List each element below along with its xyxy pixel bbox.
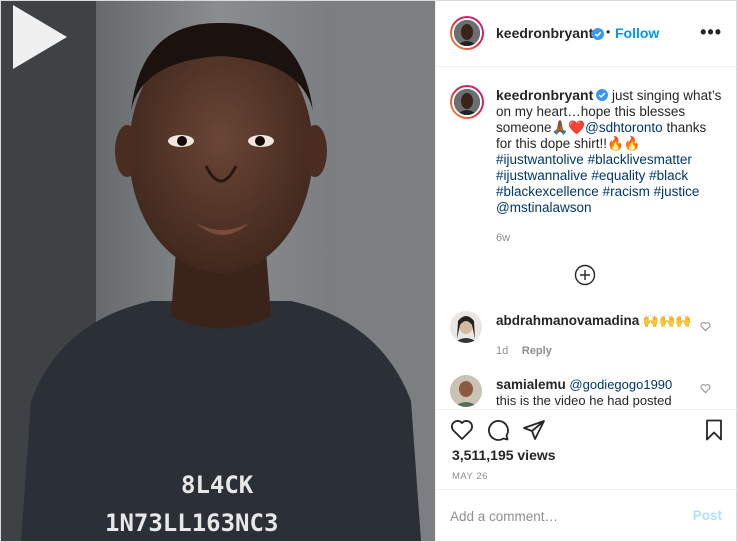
hashtag[interactable]: #blacklivesmatter <box>588 152 692 167</box>
like-comment-heart-icon[interactable] <box>700 321 711 332</box>
comment-avatar[interactable] <box>450 311 482 343</box>
save-bookmark-icon[interactable] <box>702 418 726 442</box>
add-comment-input[interactable] <box>450 506 680 526</box>
comment-avatar[interactable] <box>450 375 482 407</box>
load-more-comments-icon[interactable] <box>574 264 596 286</box>
follow-button[interactable]: Follow <box>615 25 659 41</box>
share-icon[interactable] <box>522 418 546 442</box>
post-comment-button[interactable]: Post <box>693 508 722 523</box>
post-header: keedronbryant • Follow ••• <box>436 1 737 67</box>
header-dot-separator: • <box>606 25 611 39</box>
post-date[interactable]: MAY 26 <box>452 471 488 482</box>
play-icon[interactable] <box>1 1 73 73</box>
hashtag[interactable]: #black <box>649 168 688 183</box>
caption-username[interactable]: keedronbryant <box>496 87 593 103</box>
caption-time[interactable]: 6w <box>496 230 722 246</box>
caption-mention-1[interactable]: @sdhtoronto <box>585 120 663 135</box>
hashtag[interactable]: #equality <box>591 168 645 183</box>
comment-text: this is the video he had posted <box>496 393 672 408</box>
comment-icon[interactable] <box>486 418 510 442</box>
instagram-post: 8L4CK 1N73LL163NC3 keedronbryant • Follo… <box>0 0 737 542</box>
hashtag[interactable]: #justice <box>654 184 700 199</box>
hashtag[interactable]: #ijustwannalive <box>496 168 588 183</box>
caption-mention-2[interactable]: @mstinalawson <box>496 200 592 215</box>
header-username[interactable]: keedronbryant <box>496 25 593 41</box>
caption-emoji-2: 🔥🔥 <box>607 136 641 151</box>
add-comment-bar: Post <box>436 489 737 541</box>
more-dots-icon[interactable]: ••• <box>700 23 722 41</box>
hashtag[interactable]: #racism <box>603 184 650 199</box>
reply-button[interactable]: Reply <box>522 345 552 357</box>
shirt-text-line1: 8L4CK <box>181 471 254 499</box>
shirt-text-line2: 1N73LL163NC3 <box>105 509 278 537</box>
hashtag[interactable]: #ijustwantolive <box>496 152 584 167</box>
comment-time[interactable]: 1d <box>496 345 508 357</box>
comment-username[interactable]: abdrahmanovamadina <box>496 313 639 328</box>
action-bar: 3,511,195 views MAY 26 <box>436 409 737 489</box>
like-comment-heart-icon[interactable] <box>700 383 711 394</box>
caption-emoji-1: 🙏🏾❤️ <box>551 120 586 135</box>
verified-badge-icon <box>592 28 604 40</box>
post-caption: keedronbryant just singing what’s on my … <box>496 87 722 246</box>
view-count[interactable]: 3,511,195 views <box>452 447 556 463</box>
comment-mention[interactable]: @godiegogo1990 <box>569 377 672 392</box>
comment-text: 🙌🙌🙌 <box>642 313 692 328</box>
comments-list[interactable]: keedronbryant just singing what’s on my … <box>436 67 737 409</box>
video-player[interactable]: 8L4CK 1N73LL163NC3 <box>1 1 435 541</box>
post-sidebar: keedronbryant • Follow ••• keedronbryant… <box>435 1 737 541</box>
hashtag[interactable]: #blackexcellence <box>496 184 599 199</box>
like-heart-icon[interactable] <box>450 418 474 442</box>
verified-badge-icon <box>596 89 609 101</box>
caption-avatar[interactable] <box>450 85 484 119</box>
avatar[interactable] <box>450 16 484 50</box>
video-frame: 8L4CK 1N73LL163NC3 <box>1 1 435 541</box>
comment-username[interactable]: samialemu <box>496 377 566 392</box>
